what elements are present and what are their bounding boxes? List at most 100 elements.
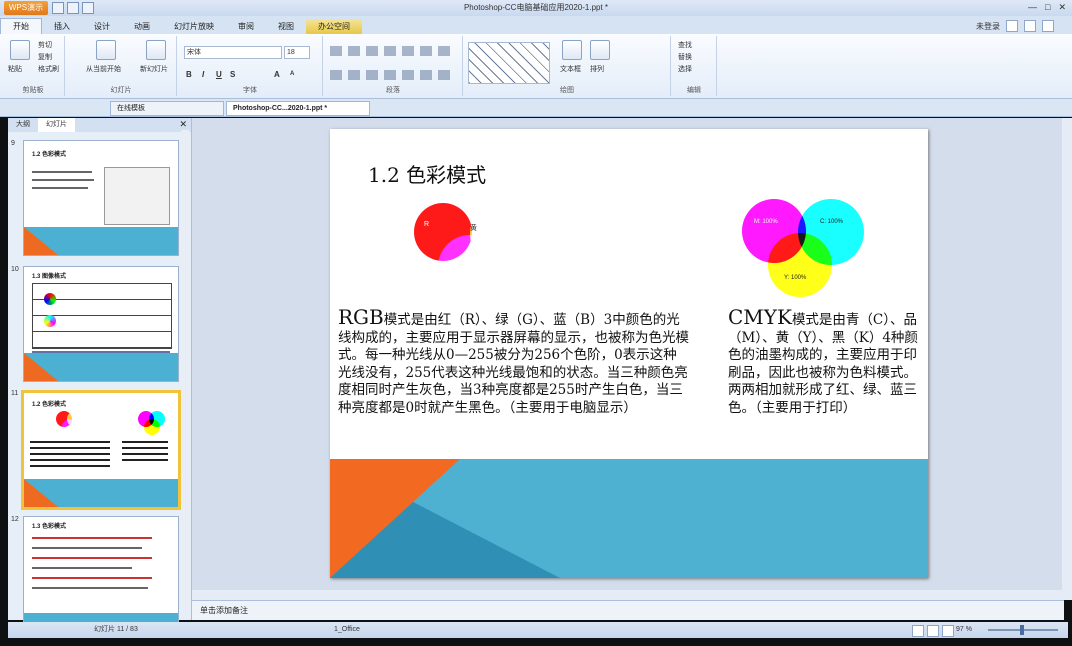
paste-icon[interactable] xyxy=(10,40,30,60)
thumbnail-scrollbar[interactable] xyxy=(181,130,189,606)
maximize-button[interactable]: □ xyxy=(1045,2,1050,13)
redo-icon[interactable] xyxy=(82,2,94,14)
slide-thumbnail-12[interactable]: 1.3 色彩模式 xyxy=(23,516,179,632)
blue-circle xyxy=(438,235,502,299)
font-size-select[interactable]: 18 xyxy=(284,46,310,59)
doc-tab-current-file[interactable]: Photoshop-CC...2020-1.ppt * xyxy=(226,101,370,116)
vertical-scrollbar[interactable] xyxy=(1062,118,1072,600)
italic-button[interactable]: I xyxy=(202,70,204,79)
select-button[interactable]: 选择 xyxy=(678,64,692,74)
format-painter-button[interactable]: 格式刷 xyxy=(38,64,59,74)
undo-icon[interactable] xyxy=(67,2,79,14)
doc-tab-online-templates[interactable]: 在线模板 xyxy=(110,101,224,116)
new-slide-button[interactable]: 新幻灯片 xyxy=(140,64,168,74)
close-button[interactable]: ✕ xyxy=(1058,2,1066,13)
horizontal-scrollbar[interactable] xyxy=(192,590,1062,600)
theme-name: 1_Office xyxy=(334,626,360,633)
copy-button[interactable]: 复制 xyxy=(38,52,52,62)
slideshow-view-icon[interactable] xyxy=(942,625,954,637)
font-name-select[interactable]: 宋体 xyxy=(184,46,282,59)
font-group-label: 字体 xyxy=(243,87,257,94)
slide-thumbnail-9[interactable]: 1.2 色彩模式 xyxy=(23,140,179,256)
sorter-view-icon[interactable] xyxy=(927,625,939,637)
slide-thumbnail-11-selected[interactable]: 1.2 色彩模式 xyxy=(21,390,181,510)
normal-view-icon[interactable] xyxy=(912,625,924,637)
play-slideshow-icon[interactable] xyxy=(96,40,116,60)
list-buttons[interactable] xyxy=(330,46,450,56)
slide-footer-orange-triangle xyxy=(330,459,460,578)
cmyk-text-box[interactable]: CMYK模式是由青（C）、品（M）、黄（Y）、黑（K）4种颜色的油墨构成的，主要… xyxy=(728,307,924,417)
grow-font-button[interactable]: A xyxy=(274,70,280,79)
tab-view[interactable]: 视图 xyxy=(266,19,306,34)
rgb-paragraph: 模式是由红（R）、绿（G）、蓝（B）3中颜色的光线构成的，主要应用于显示器屏幕的… xyxy=(338,312,689,416)
yellow-label: Y: 100% xyxy=(784,275,807,281)
minimize-button[interactable]: — xyxy=(1028,2,1037,13)
editing-group-label: 编辑 xyxy=(687,87,701,94)
magenta-label: M: 100% xyxy=(754,219,778,225)
tab-outline[interactable]: 大纲 xyxy=(8,118,38,132)
cmyk-diagram: M: 100% C: 100% Y: 100% xyxy=(742,199,866,299)
clipboard-group-label: 剪贴板 xyxy=(22,87,44,94)
shapes-gallery[interactable] xyxy=(468,42,550,84)
drawing-group-label: 绘图 xyxy=(560,87,574,94)
slide-thumbnail-10[interactable]: 1.3 图像格式 xyxy=(23,266,179,382)
skin-icon[interactable] xyxy=(1042,20,1054,32)
zoom-slider-thumb[interactable] xyxy=(1020,625,1024,635)
login-status[interactable]: 未登录 xyxy=(976,21,1000,32)
replace-button[interactable]: 替换 xyxy=(678,52,692,62)
from-current-button[interactable]: 从当前开始 xyxy=(86,64,121,74)
thumbnail-title: 1.3 色彩模式 xyxy=(32,524,67,530)
save-icon[interactable] xyxy=(52,2,64,14)
tab-insert[interactable]: 插入 xyxy=(42,19,82,34)
thumbnail-screenshot xyxy=(104,167,170,225)
rgb-diagram: R G B 黄 xyxy=(414,201,536,301)
editing-group: 查找 替换 选择 编辑 xyxy=(672,36,717,96)
slides-group-label: 幻灯片 xyxy=(110,87,132,94)
shrink-font-button[interactable]: A xyxy=(290,71,294,77)
home-icon[interactable] xyxy=(1024,20,1036,32)
tab-home[interactable]: 开始 xyxy=(0,18,42,34)
paragraph-group-label: 段落 xyxy=(386,87,400,94)
title-bar: Photoshop-CC电脑基础应用2020-1.ppt * WPS演示 — □… xyxy=(0,0,1072,17)
clipboard-group: 粘贴 剪切 复制 格式刷 剪贴板 xyxy=(2,36,65,96)
cmyk-heading: CMYK xyxy=(728,305,792,329)
slide-title[interactable]: 1.2 色彩模式 xyxy=(368,159,486,188)
rgb-heading: RGB xyxy=(338,305,384,329)
arrange-icon[interactable] xyxy=(590,40,610,60)
tab-animation[interactable]: 动画 xyxy=(122,19,162,34)
new-slide-icon[interactable] xyxy=(146,40,166,60)
find-button[interactable]: 查找 xyxy=(678,40,692,50)
current-slide[interactable]: 1.2 色彩模式 R G B 黄 M: 100% C: 100% Y: 100%… xyxy=(330,129,928,578)
help-icon[interactable] xyxy=(1006,20,1018,32)
tab-review[interactable]: 审阅 xyxy=(226,19,266,34)
red-label: R xyxy=(424,221,430,228)
thumbnail-rgb-circles xyxy=(56,411,84,435)
thumbnail-title: 1.2 色彩模式 xyxy=(32,152,67,158)
underline-button[interactable]: U xyxy=(216,70,222,79)
slides-group: 从当前开始 新幻灯片 幻灯片 xyxy=(66,36,177,96)
textbox-button[interactable]: 文本框 xyxy=(560,64,581,74)
cut-button[interactable]: 剪切 xyxy=(38,40,52,50)
tab-office-space[interactable]: 办公空间 xyxy=(306,19,362,34)
bold-button[interactable]: B xyxy=(186,70,192,79)
close-icon[interactable]: ✕ xyxy=(179,119,187,130)
app-menu-button[interactable]: WPS演示 xyxy=(4,1,48,15)
shadow-button[interactable]: S xyxy=(230,70,235,79)
arrange-button[interactable]: 排列 xyxy=(590,64,604,74)
align-buttons[interactable] xyxy=(330,70,450,80)
thumbnail-number: 11 xyxy=(11,390,19,397)
rgb-text-box[interactable]: RGB模式是由红（R）、绿（G）、蓝（B）3中颜色的光线构成的，主要应用于显示器… xyxy=(338,307,690,417)
tab-slides[interactable]: 幻灯片 xyxy=(38,118,75,132)
notes-pane[interactable]: 单击添加备注 xyxy=(192,600,1064,620)
pane-tabs: 大纲 幻灯片 xyxy=(8,118,191,132)
tab-slideshow[interactable]: 幻灯片放映 xyxy=(162,19,226,34)
textbox-icon[interactable] xyxy=(562,40,582,60)
user-area: 未登录 xyxy=(976,20,1054,32)
tab-design[interactable]: 设计 xyxy=(82,19,122,34)
paste-button[interactable]: 粘贴 xyxy=(8,64,22,74)
overlap-label: 黄 xyxy=(470,225,477,232)
green-label: G xyxy=(508,221,514,228)
drawing-group: 文本框 排列 绘图 xyxy=(464,36,671,96)
ribbon-tabs: 开始 插入 设计 动画 幻灯片放映 审阅 视图 办公空间 xyxy=(0,16,1072,34)
zoom-level: 97 % xyxy=(956,626,972,633)
